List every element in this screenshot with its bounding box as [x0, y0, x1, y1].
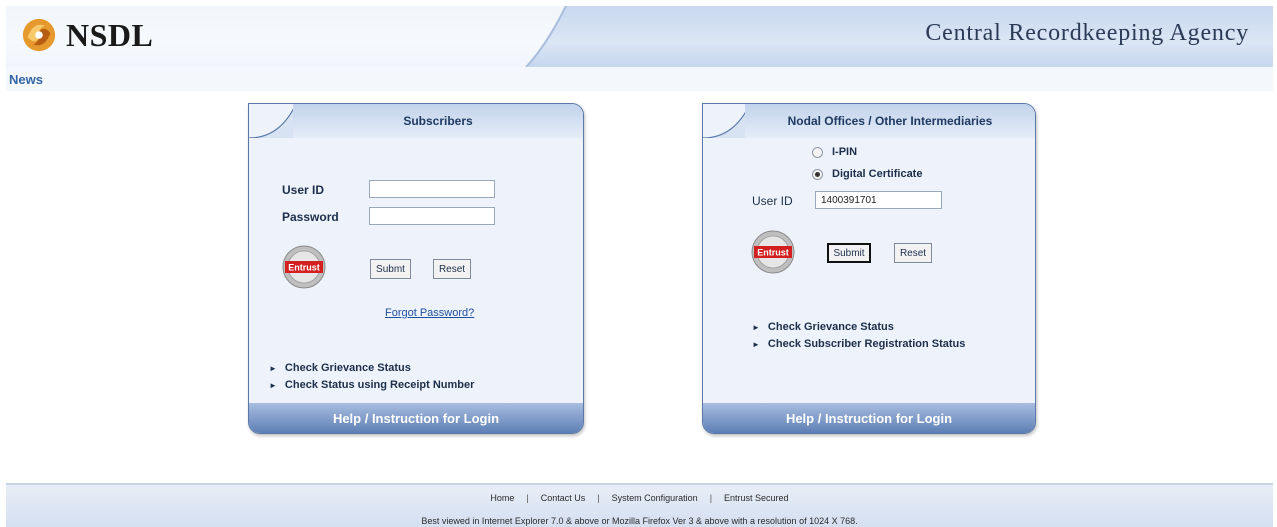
footer-link-contact[interactable]: Contact Us: [541, 493, 586, 503]
footer-link-entrust[interactable]: Entrust Secured: [724, 493, 789, 503]
link-label: Check Grievance Status: [284, 362, 411, 374]
nsdl-logo-icon: [22, 18, 56, 52]
forgot-password-link[interactable]: Forgot Password?: [385, 307, 474, 319]
seal-text: Entrust: [757, 248, 789, 258]
page-footer: Home | Contact Us | System Configuration | Ent…: [6, 483, 1273, 527]
browser-note: Best viewed in Internet Explorer 7.0 & a…: [421, 516, 858, 526]
help-login-bar[interactable]: Help / Instruction for Login: [249, 403, 583, 433]
link-label: Check Subscriber Registration Status: [767, 338, 966, 350]
radio-button[interactable]: [812, 146, 823, 158]
nsdl-logo: NSDL: [20, 16, 153, 54]
news-bar: News: [6, 67, 1273, 91]
submit-button[interactable]: Submit: [827, 243, 871, 263]
nodal-panel: Nodal Offices / Other Intermediaries I-P…: [702, 103, 1036, 434]
check-grievance-link[interactable]: ► Check Grievance Status: [752, 321, 894, 333]
link-label: Check Status using Receipt Number: [284, 379, 475, 391]
entrust-seal-icon: Entrust: [751, 230, 795, 274]
radio-digital-certificate[interactable]: Digital Certificate: [812, 168, 922, 180]
arrow-right-icon: ►: [269, 363, 277, 373]
footer-links: Home | Contact Us | System Configuration | Ent…: [6, 493, 1273, 503]
agency-title: Central Recordkeeping Agency: [925, 20, 1249, 46]
radio-label: I-PIN: [832, 146, 858, 158]
check-subscriber-registration-link[interactable]: ► Check Subscriber Registration Status: [752, 338, 965, 350]
reset-button[interactable]: Reset: [894, 243, 932, 263]
footer-separator: |: [709, 493, 713, 503]
radio-ipin[interactable]: I-PIN: [812, 146, 857, 158]
header-banner: NSDL Central Recordkeeping Agency: [6, 6, 1273, 67]
brand-name: NSDL: [66, 16, 154, 53]
nodal-title: Nodal Offices / Other Intermediaries: [745, 104, 1035, 138]
radio-button[interactable]: [812, 168, 823, 180]
entrust-seal-icon: Entrust: [282, 245, 326, 289]
arrow-right-icon: ►: [752, 322, 760, 332]
help-login-bar[interactable]: Help / Instruction for Login: [703, 403, 1035, 433]
submit-button[interactable]: Submt: [370, 259, 411, 279]
seal-text: Entrust: [288, 263, 320, 273]
link-label: Check Grievance Status: [767, 321, 894, 333]
check-receipt-status-link[interactable]: ► Check Status using Receipt Number: [269, 379, 474, 391]
radio-label: Digital Certificate: [832, 168, 923, 180]
arrow-right-icon: ►: [269, 380, 277, 390]
footer-link-home[interactable]: Home: [490, 493, 514, 503]
subscribers-title: Subscribers: [293, 104, 583, 138]
footer-separator: |: [526, 493, 529, 503]
password-input[interactable]: [369, 207, 495, 225]
footer-link-system-config[interactable]: System Configuration: [612, 493, 698, 503]
arrow-right-icon: ►: [752, 339, 760, 349]
news-link[interactable]: News: [9, 72, 43, 87]
password-label: Password: [282, 210, 339, 224]
footer-separator: |: [597, 493, 600, 503]
user-id-label: User ID: [282, 183, 325, 197]
check-grievance-link[interactable]: ► Check Grievance Status: [269, 362, 411, 374]
user-id-input[interactable]: [815, 191, 942, 209]
subscribers-panel: Subscribers User ID Password Entrust Sub…: [248, 103, 584, 434]
user-id-input[interactable]: [369, 180, 495, 198]
user-id-label: User ID: [752, 194, 793, 208]
reset-button[interactable]: Reset: [433, 259, 471, 279]
